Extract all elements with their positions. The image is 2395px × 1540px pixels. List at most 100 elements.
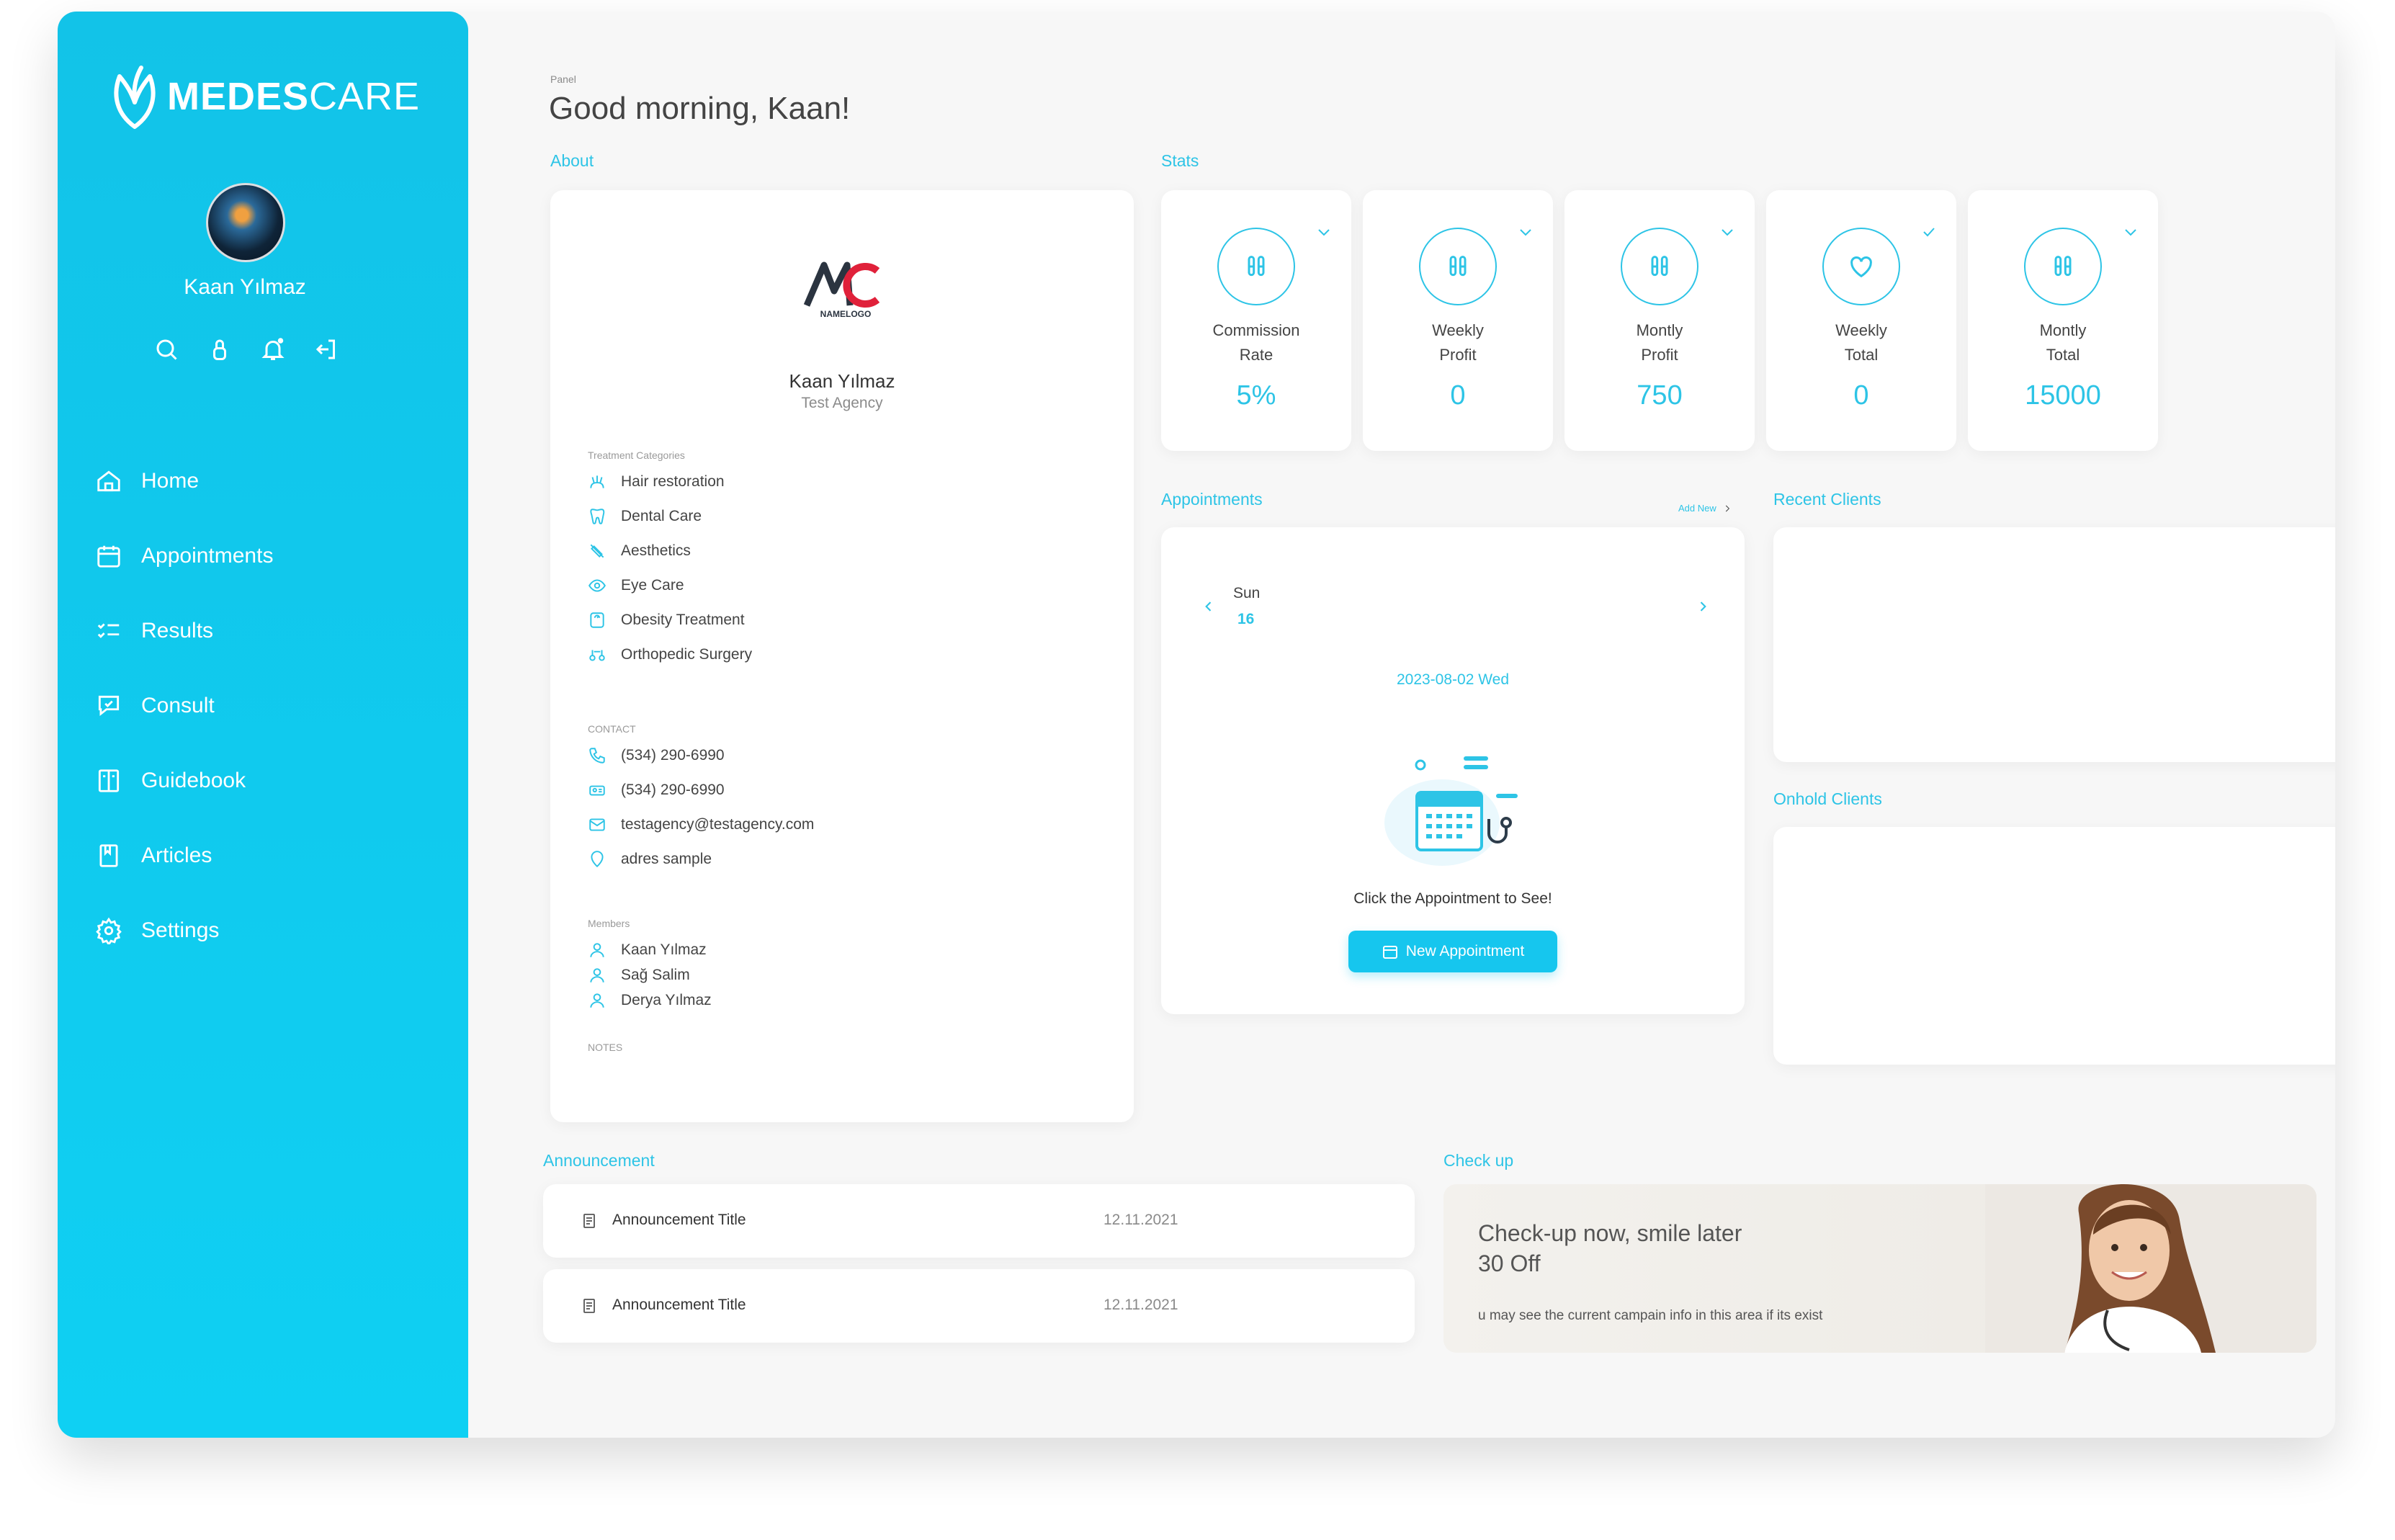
bell-icon[interactable] — [258, 334, 288, 364]
quick-actions — [151, 334, 341, 364]
home-icon — [97, 470, 120, 492]
contact-heading: CONTACT — [588, 723, 636, 735]
book-icon — [98, 769, 120, 792]
contact-item[interactable]: (534) 290-6990 — [588, 746, 725, 765]
nav-item-guidebook[interactable]: Guidebook — [95, 743, 273, 818]
stat-card-commission[interactable]: Commission Rate 5% — [1161, 190, 1351, 451]
chevron-down-icon[interactable] — [1719, 223, 1736, 241]
vial-icon — [1621, 228, 1698, 305]
user-name: Kaan Yılmaz — [184, 275, 306, 299]
category-item: Eye Care — [588, 576, 684, 595]
svg-text:NAMELOGO: NAMELOGO — [820, 309, 872, 319]
hair-icon — [590, 475, 604, 488]
checkup-title: Check-up now, smile later — [1478, 1220, 1742, 1246]
category-item: Hair restoration — [588, 473, 725, 491]
onhold-clients-label: Onhold Clients — [1773, 789, 1882, 808]
checkup-banner[interactable]: Check-up now, smile later 30 Off u may s… — [1443, 1184, 2316, 1353]
category-item: Dental Care — [588, 507, 702, 526]
day-name[interactable]: Sun — [1233, 585, 1260, 602]
contact-item[interactable]: adres sample — [588, 850, 712, 869]
stat-card-monthly-profit[interactable]: Montly Profit 750 — [1564, 190, 1755, 451]
recent-clients-label: Recent Clients — [1773, 490, 1881, 509]
nav-item-articles[interactable]: Articles — [95, 818, 273, 893]
brand-logo[interactable]: MEDESCARE — [109, 63, 420, 130]
gear-icon — [96, 917, 122, 944]
article-icon — [99, 844, 118, 867]
search-icon[interactable] — [151, 334, 182, 364]
chevron-down-icon[interactable] — [2122, 223, 2139, 241]
announcement-label: Announcement — [543, 1151, 655, 1170]
nav-item-settings[interactable]: Settings — [95, 893, 273, 968]
notes-heading: NOTES — [588, 1042, 623, 1053]
vial-icon — [1217, 228, 1295, 305]
stat-label: Weekly Total — [1835, 321, 1887, 364]
category-item: Aesthetics — [588, 542, 691, 560]
agency-logo: NAMELOGO — [803, 261, 880, 319]
bone-icon — [589, 650, 605, 661]
announcement-title: Announcement Title — [612, 1297, 746, 1313]
members-heading: Members — [588, 918, 630, 929]
announcement-item[interactable]: Announcement Title 12.11.2021 — [543, 1269, 1415, 1343]
heart-icon — [1822, 228, 1900, 305]
nav-item-consult[interactable]: Consult — [95, 668, 273, 743]
doctor-photo — [1985, 1184, 2316, 1353]
user-icon — [590, 993, 604, 1008]
stat-card-weekly-total[interactable]: Weekly Total 0 — [1766, 190, 1956, 451]
nav-item-home[interactable]: Home — [95, 444, 273, 519]
stat-value: 5% — [1236, 380, 1276, 411]
document-icon — [583, 1299, 595, 1313]
brand-name: MEDESCARE — [167, 75, 421, 118]
contact-item[interactable]: (534) 290-6990 — [588, 781, 725, 800]
announcement-title: Announcement Title — [612, 1212, 746, 1228]
stat-value: 750 — [1637, 380, 1683, 411]
announcement-item[interactable]: Announcement Title 12.11.2021 — [543, 1184, 1415, 1258]
member-item[interactable]: Sağ Salim — [588, 966, 690, 985]
member-item[interactable]: Kaan Yılmaz — [588, 941, 707, 959]
day-number[interactable]: 16 — [1237, 611, 1254, 628]
syringe-icon — [590, 544, 604, 558]
scale-icon — [590, 612, 604, 628]
list-check-icon — [97, 623, 120, 638]
main-content: Panel Good morning, Kaan! About NAMELOGO… — [468, 12, 2335, 1438]
stat-label: Montly Total — [2039, 321, 2087, 364]
add-new-link[interactable]: Add New — [1678, 503, 1732, 514]
about-card: NAMELOGO Kaan Yılmaz Test Agency Treatme… — [550, 190, 1134, 1122]
about-name: Kaan Yılmaz — [789, 370, 895, 392]
chevron-right-icon[interactable] — [1696, 599, 1710, 614]
member-item[interactable]: Derya Yılmaz — [588, 991, 712, 1010]
stat-card-weekly-profit[interactable]: Weekly Profit 0 — [1363, 190, 1553, 451]
page-title: Good morning, Kaan! — [549, 91, 851, 126]
main-nav: Home Appointments Results Consult Guideb… — [95, 444, 273, 968]
category-item: Orthopedic Surgery — [588, 645, 752, 664]
recent-clients-card — [1773, 527, 2335, 762]
phone-icon — [589, 748, 605, 764]
app-window: MEDESCARE Kaan Yılmaz Home Appointments … — [58, 12, 2335, 1438]
chevron-down-icon[interactable] — [1517, 223, 1534, 241]
avatar[interactable] — [206, 183, 285, 262]
logout-icon[interactable] — [311, 334, 341, 364]
appointments-hint: Click the Appointment to See! — [1353, 890, 1552, 907]
checkup-text: u may see the current campain info in th… — [1478, 1308, 1823, 1323]
stat-label: Weekly Profit — [1432, 321, 1484, 364]
nav-item-results[interactable]: Results — [95, 594, 273, 668]
nav-item-appointments[interactable]: Appointments — [95, 519, 273, 594]
chat-icon — [98, 695, 120, 717]
stat-label: Commission Rate — [1212, 321, 1300, 364]
chevron-down-icon[interactable] — [1315, 223, 1333, 241]
document-icon — [583, 1214, 595, 1228]
chevron-left-icon[interactable] — [1201, 599, 1216, 614]
stat-value: 0 — [1853, 380, 1869, 411]
about-label: About — [550, 151, 594, 170]
calendar-icon — [97, 545, 120, 568]
chevron-right-icon — [1725, 505, 1729, 511]
user-icon — [590, 968, 604, 982]
stat-label: Montly Profit — [1636, 321, 1683, 364]
stat-card-monthly-total[interactable]: Montly Total 15000 — [1968, 190, 2158, 451]
contact-item[interactable]: testagency@testagency.com — [588, 815, 814, 834]
lock-icon[interactable] — [205, 334, 235, 364]
calendar-icon — [1382, 946, 1397, 959]
check-icon[interactable] — [1920, 223, 1938, 241]
breadcrumb: Panel — [550, 73, 576, 85]
location-icon — [591, 851, 604, 868]
new-appointment-button[interactable]: New Appointment — [1348, 931, 1557, 972]
